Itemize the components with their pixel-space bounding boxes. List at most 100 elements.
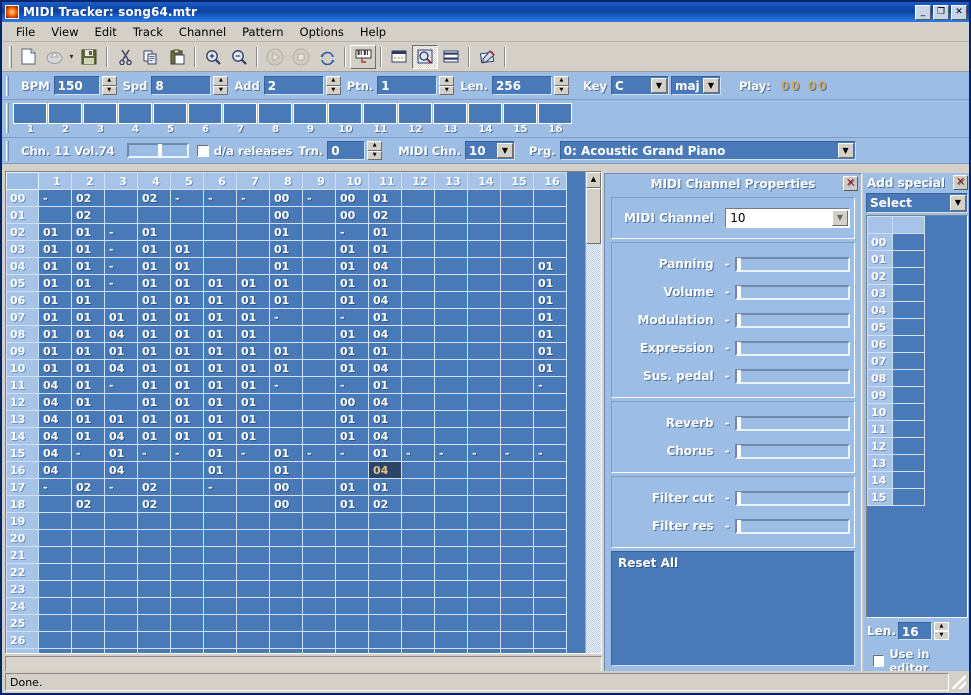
tracker-cell[interactable]: 01 xyxy=(203,308,237,326)
table-row[interactable]: 25 xyxy=(6,614,567,632)
tracker-cell[interactable] xyxy=(434,240,468,258)
tracker-cell[interactable]: 01 xyxy=(203,427,237,445)
tracker-cell[interactable] xyxy=(170,614,204,632)
tracker-cell[interactable]: 02 xyxy=(368,495,402,513)
tracker-cell[interactable] xyxy=(71,597,105,615)
tracker-cell[interactable] xyxy=(401,274,435,292)
tracker-cell[interactable]: 01 xyxy=(170,308,204,326)
resize-grip-icon[interactable] xyxy=(952,675,966,689)
tracker-cell[interactable]: 01 xyxy=(335,342,369,360)
tracker-cell[interactable] xyxy=(335,648,369,654)
tracker-cell[interactable] xyxy=(38,580,72,598)
tracker-cell[interactable]: 04 xyxy=(368,257,402,275)
tracker-cell[interactable]: 01 xyxy=(170,257,204,275)
add-special-row-value[interactable] xyxy=(892,284,925,302)
channel-properties-icon[interactable] xyxy=(412,44,438,69)
tracker-cell[interactable] xyxy=(203,206,237,224)
tracker-cell[interactable] xyxy=(434,631,468,649)
table-row[interactable]: 06 01 01 01 01 01 01 01 01 04 01 xyxy=(6,291,567,309)
list-item[interactable]: 06 xyxy=(867,335,925,353)
tracker-cell[interactable] xyxy=(467,206,501,224)
tracker-cell[interactable]: 00 xyxy=(269,478,303,496)
bpm-input[interactable]: 150 xyxy=(53,76,100,95)
filter-cut-slider[interactable] xyxy=(734,490,850,506)
tracker-cell[interactable] xyxy=(302,206,336,224)
tracker-cell[interactable] xyxy=(38,648,72,654)
tracker-row-header[interactable]: 04 xyxy=(6,257,39,275)
slider-knob[interactable] xyxy=(736,416,741,430)
tracker-cell[interactable]: 01 xyxy=(368,240,402,258)
add-special-row-index[interactable]: 12 xyxy=(867,437,893,455)
tracker-cell[interactable]: 01 xyxy=(236,393,270,411)
add-special-row-value[interactable] xyxy=(892,250,925,268)
tracker-cell[interactable] xyxy=(137,529,171,547)
tracker-cell[interactable] xyxy=(302,512,336,530)
tracker-cell[interactable] xyxy=(137,631,171,649)
tracker-cell[interactable] xyxy=(302,461,336,479)
pattern-cell[interactable] xyxy=(48,103,82,124)
tracker-cell[interactable] xyxy=(500,257,534,275)
tracker-row-header[interactable]: 19 xyxy=(6,512,39,530)
tracker-cell[interactable]: 04 xyxy=(104,427,138,445)
tracker-cell[interactable] xyxy=(401,223,435,241)
tracker-row-header[interactable]: 10 xyxy=(6,359,39,377)
menu-help[interactable]: Help xyxy=(352,23,394,41)
tracker-cell[interactable]: 01 xyxy=(104,308,138,326)
tracker-cell[interactable] xyxy=(401,597,435,615)
pattern-cell[interactable] xyxy=(433,103,467,124)
scroll-up-icon[interactable]: ▲ xyxy=(586,172,601,188)
tracker-cell[interactable] xyxy=(170,223,204,241)
tracker-cell[interactable] xyxy=(533,223,567,241)
add-special-row-value[interactable] xyxy=(892,301,925,319)
tracker-cell[interactable] xyxy=(170,631,204,649)
tracker-cell[interactable] xyxy=(467,359,501,377)
tracker-cell[interactable]: 01 xyxy=(170,240,204,258)
parambar-grip[interactable] xyxy=(6,75,9,96)
tracker-cell[interactable]: - xyxy=(104,478,138,496)
tracker-cell[interactable]: 01 xyxy=(170,291,204,309)
tracker-row-header[interactable]: 08 xyxy=(6,325,39,343)
tracker-cell[interactable] xyxy=(302,393,336,411)
tracker-cell[interactable] xyxy=(236,206,270,224)
tracker-vertical-scrollbar[interactable]: ▲ xyxy=(585,172,601,654)
tracker-cell[interactable] xyxy=(500,274,534,292)
tracker-cell[interactable] xyxy=(500,393,534,411)
tracker-cell[interactable]: 01 xyxy=(170,393,204,411)
tracker-cell[interactable] xyxy=(434,291,468,309)
add-input[interactable]: 2 xyxy=(263,76,324,95)
add-special-row-index[interactable]: 03 xyxy=(867,284,893,302)
add-special-row-value[interactable] xyxy=(892,335,925,353)
tracker-cell[interactable]: 04 xyxy=(38,444,72,462)
panning-slider[interactable] xyxy=(734,256,850,272)
tracker-cell[interactable] xyxy=(533,546,567,564)
tracker-cell[interactable] xyxy=(137,648,171,654)
program-select[interactable]: 0: Acoustic Grand Piano ▼ xyxy=(559,141,856,160)
tracker-cell[interactable] xyxy=(71,461,105,479)
pattern-cell[interactable] xyxy=(188,103,222,124)
tracker-cell[interactable]: 02 xyxy=(137,478,171,496)
tracker-cell[interactable]: 01 xyxy=(137,393,171,411)
table-row[interactable]: 15 04-01- -01-01- -01- - - - - xyxy=(6,444,567,462)
tracker-col-header[interactable]: 10 xyxy=(335,172,369,190)
add-special-row-index[interactable]: 02 xyxy=(867,267,893,285)
tracker-cell[interactable]: 01 xyxy=(269,240,303,258)
tracker-cell[interactable]: 01 xyxy=(236,291,270,309)
tracker-row-header[interactable]: 00 xyxy=(6,189,39,207)
tracker-cell[interactable]: 04 xyxy=(104,325,138,343)
tracker-cell[interactable]: 01 xyxy=(71,376,105,394)
tracker-cell[interactable] xyxy=(71,546,105,564)
tracker-cell[interactable] xyxy=(434,308,468,326)
tracker-cell[interactable]: 01 xyxy=(335,410,369,428)
tracker-cell[interactable]: 01 xyxy=(533,325,567,343)
tracker-cell[interactable] xyxy=(467,512,501,530)
pencil-icon[interactable] xyxy=(474,45,500,69)
add-special-row-index[interactable]: 04 xyxy=(867,301,893,319)
pattern-cell[interactable] xyxy=(223,103,257,124)
tracker-cell[interactable]: 01 xyxy=(71,427,105,445)
tracker-cell[interactable] xyxy=(236,614,270,632)
tracker-row-header[interactable]: 01 xyxy=(6,206,39,224)
tracker-cell[interactable]: 01 xyxy=(203,461,237,479)
tracker-cell[interactable] xyxy=(467,257,501,275)
tracker-cell[interactable]: - xyxy=(71,444,105,462)
tracker-table[interactable]: 1 2 3 4 5 6 7 8 9 10 11 12 13 14 15 16 0… xyxy=(6,172,567,654)
